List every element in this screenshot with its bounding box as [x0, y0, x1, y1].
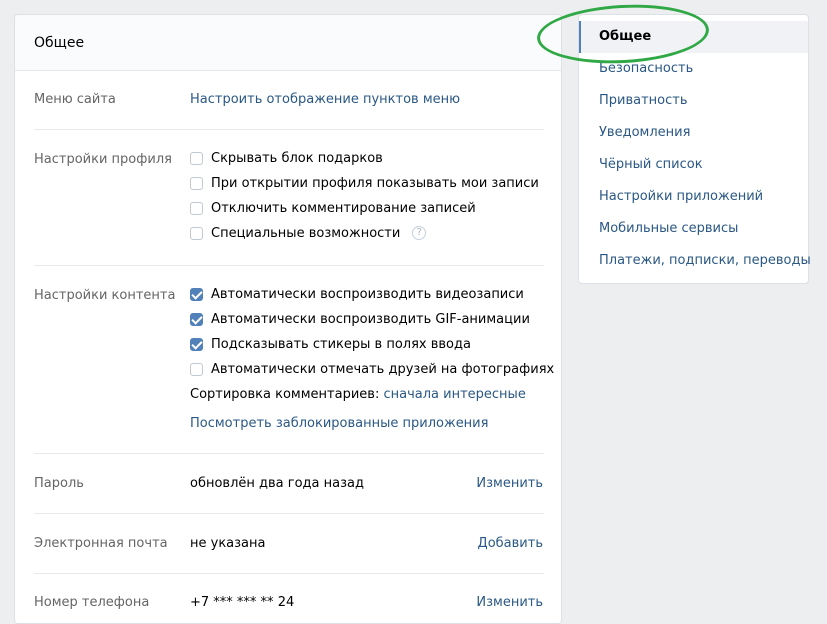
password-label: Пароль: [34, 476, 84, 491]
email-value: не указана: [190, 536, 266, 551]
sidebar-item-notifications[interactable]: Уведомления: [579, 117, 808, 149]
menu-site-label: Меню сайта: [34, 92, 116, 107]
blocked-apps-link[interactable]: Посмотреть заблокированные приложения: [190, 416, 488, 431]
sidebar-item-general[interactable]: Общее: [579, 21, 808, 53]
sidebar-item-security[interactable]: Безопасность: [579, 53, 808, 85]
checkbox-label: Автоматически воспроизводить GIF-анимаци…: [211, 311, 530, 327]
configure-menu-link[interactable]: Настроить отображение пунктов меню: [190, 92, 460, 107]
checkbox-autoplay-video[interactable]: Автоматически воспроизводить видеозаписи: [190, 285, 524, 303]
change-password-link[interactable]: Изменить: [476, 476, 543, 491]
checkbox-sticker-hints[interactable]: Подсказывать стикеры в полях ввода: [190, 335, 471, 353]
add-email-link[interactable]: Добавить: [478, 536, 543, 551]
checkbox-label: Автоматически воспроизводить видеозаписи: [211, 286, 524, 302]
sidebar-item-app-settings[interactable]: Настройки приложений: [579, 181, 808, 213]
checkbox-hide-gifts[interactable]: Скрывать блок подарков: [190, 149, 383, 167]
checkbox-checked-icon[interactable]: [190, 337, 203, 351]
password-status: обновлён два года назад: [190, 476, 364, 491]
divider: [34, 129, 544, 130]
checkbox-checked-icon[interactable]: [190, 312, 203, 326]
checkbox-icon[interactable]: [190, 176, 203, 190]
checkbox-label: Автоматически отмечать друзей на фотогра…: [211, 361, 555, 377]
checkbox-disable-comments[interactable]: Отключить комментирование записей: [190, 199, 476, 217]
checkbox-autoplay-gif[interactable]: Автоматически воспроизводить GIF-анимаци…: [190, 310, 530, 328]
checkbox-checked-icon[interactable]: [190, 287, 203, 301]
help-icon[interactable]: ?: [412, 226, 427, 240]
checkbox-icon[interactable]: [190, 201, 203, 215]
checkbox-label: При открытии профиля показывать мои запи…: [211, 175, 539, 191]
checkbox-label: Скрывать блок подарков: [211, 150, 383, 166]
page-title: Общее: [34, 35, 85, 51]
comment-sort-row: Сортировка комментариев: сначала интерес…: [190, 387, 526, 402]
sidebar-item-blacklist[interactable]: Чёрный список: [579, 149, 808, 181]
divider: [34, 265, 544, 266]
checkbox-icon[interactable]: [190, 226, 203, 240]
card-header: [15, 15, 561, 71]
divider: [34, 573, 544, 574]
comment-sort-label: Сортировка комментариев:: [190, 387, 380, 402]
divider: [34, 453, 544, 454]
email-label: Электронная почта: [34, 536, 168, 551]
settings-sidebar: Общее Безопасность Приватность Уведомлен…: [578, 14, 811, 284]
checkbox-label: Отключить комментирование записей: [211, 200, 476, 216]
checkbox-icon[interactable]: [190, 151, 203, 165]
content-settings-label: Настройки контента: [34, 288, 176, 303]
profile-settings-label: Настройки профиля: [34, 152, 172, 167]
checkbox-label: Подсказывать стикеры в полях ввода: [211, 336, 471, 352]
checkbox-label: Специальные возможности: [211, 225, 401, 241]
sidebar-item-payments[interactable]: Платежи, подписки, переводы: [579, 245, 811, 277]
checkbox-accessibility[interactable]: Специальные возможности ?: [190, 224, 427, 242]
checkbox-icon[interactable]: [190, 362, 203, 376]
checkbox-show-my-posts[interactable]: При открытии профиля показывать мои запи…: [190, 174, 539, 192]
checkbox-auto-tag-friends[interactable]: Автоматически отмечать друзей на фотогра…: [190, 360, 554, 378]
sidebar-item-mobile-services[interactable]: Мобильные сервисы: [579, 213, 808, 245]
settings-main-card: Общее Меню сайта Настроить отображение п…: [14, 14, 562, 624]
divider: [34, 513, 544, 514]
sidebar-item-privacy[interactable]: Приватность: [579, 85, 808, 117]
comment-sort-dropdown[interactable]: сначала интересные: [383, 387, 525, 402]
